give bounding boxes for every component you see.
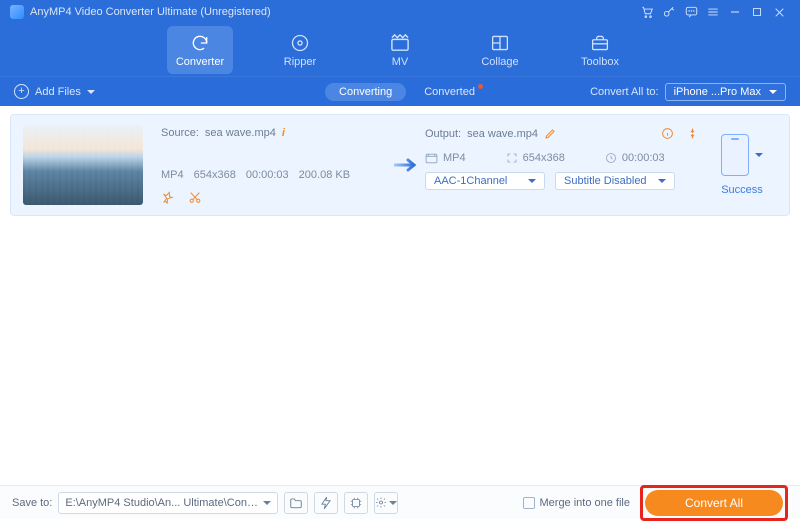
- video-thumbnail[interactable]: [23, 125, 143, 205]
- sub-toolbar: + Add Files Converting Converted Convert…: [0, 76, 800, 106]
- tab-converting[interactable]: Converting: [325, 83, 406, 101]
- arrow-icon: [391, 125, 425, 205]
- convert-all-to-label: Convert All to:: [590, 86, 658, 98]
- nav-converter[interactable]: Converter: [167, 26, 233, 74]
- nav-toolbox-label: Toolbox: [581, 56, 619, 68]
- nav-ripper-label: Ripper: [284, 56, 316, 68]
- chevron-down-icon: [263, 501, 271, 505]
- source-format: MP4: [161, 169, 184, 181]
- notification-dot-icon: [478, 84, 483, 89]
- tab-converted[interactable]: Converted: [424, 86, 475, 98]
- output-filename: sea wave.mp4: [467, 128, 538, 140]
- save-to-dropdown[interactable]: E:\AnyMP4 Studio\An... Ultimate\Converte…: [58, 492, 278, 514]
- hardware-accel-button[interactable]: [314, 492, 338, 514]
- output-info: Output: sea wave.mp4 MP4 654x368 00:00:0…: [425, 125, 699, 205]
- chevron-down-icon: [658, 179, 666, 183]
- compress-icon[interactable]: [686, 127, 699, 140]
- edit-icon[interactable]: [544, 128, 556, 140]
- file-item: Source: sea wave.mp4 i MP4 654x368 00:00…: [10, 114, 790, 216]
- source-resolution: 654x368: [194, 169, 236, 181]
- maximize-icon[interactable]: [746, 1, 768, 23]
- cut-icon[interactable]: [188, 191, 202, 204]
- output-format: MP4: [443, 152, 466, 164]
- app-title: AnyMP4 Video Converter Ultimate (Unregis…: [30, 6, 271, 18]
- audio-track-dropdown[interactable]: AAC-1Channel: [425, 172, 545, 190]
- output-format-dropdown[interactable]: iPhone ...Pro Max: [665, 83, 786, 101]
- nav-ripper[interactable]: Ripper: [267, 26, 333, 74]
- tab-converting-label: Converting: [339, 86, 392, 98]
- convert-all-button[interactable]: Convert All: [645, 490, 783, 516]
- main-nav: Converter Ripper MV Collage Toolbox: [0, 24, 800, 76]
- info-icon[interactable]: i: [282, 127, 285, 139]
- chevron-down-icon: [389, 501, 397, 505]
- save-to-label: Save to:: [12, 497, 52, 509]
- source-info: Source: sea wave.mp4 i MP4 654x368 00:00…: [161, 125, 391, 205]
- output-format-value: iPhone ...Pro Max: [674, 86, 761, 98]
- app-logo-icon: [10, 5, 24, 19]
- nav-converter-label: Converter: [176, 56, 224, 68]
- key-icon[interactable]: [658, 1, 680, 23]
- output-resolution: 654x368: [523, 152, 565, 164]
- nav-collage-label: Collage: [481, 56, 518, 68]
- open-folder-button[interactable]: [284, 492, 308, 514]
- nav-mv[interactable]: MV: [367, 26, 433, 74]
- resolution-icon: [506, 152, 518, 164]
- converter-icon: [189, 33, 211, 53]
- chevron-down-icon: [87, 90, 95, 94]
- source-duration: 00:00:03: [246, 169, 289, 181]
- high-speed-button[interactable]: [344, 492, 368, 514]
- device-preview-icon[interactable]: [721, 134, 749, 176]
- collage-icon: [490, 33, 510, 53]
- output-duration: 00:00:03: [622, 152, 665, 164]
- nav-collage[interactable]: Collage: [467, 26, 533, 74]
- menu-icon[interactable]: [702, 1, 724, 23]
- pin-icon[interactable]: [161, 191, 174, 204]
- source-label: Source:: [161, 127, 199, 139]
- device-preview-column: Success: [707, 125, 777, 205]
- output-label: Output:: [425, 128, 461, 140]
- nav-toolbox[interactable]: Toolbox: [567, 26, 633, 74]
- clock-icon: [605, 152, 617, 164]
- subtitle-dropdown[interactable]: Subtitle Disabled: [555, 172, 675, 190]
- settings-button[interactable]: [374, 492, 398, 514]
- plus-circle-icon: +: [14, 84, 29, 99]
- info-circle-icon[interactable]: [661, 127, 674, 140]
- cart-icon[interactable]: [636, 1, 658, 23]
- nav-mv-label: MV: [392, 56, 409, 68]
- add-files-button[interactable]: + Add Files: [14, 84, 95, 99]
- feedback-icon[interactable]: [680, 1, 702, 23]
- checkbox-icon: [523, 497, 535, 509]
- close-icon[interactable]: [768, 1, 790, 23]
- video-icon: [425, 153, 438, 164]
- merge-checkbox[interactable]: Merge into one file: [523, 497, 631, 509]
- audio-track-value: AAC-1Channel: [434, 175, 507, 187]
- merge-label: Merge into one file: [540, 497, 631, 509]
- chevron-down-icon: [769, 90, 777, 94]
- minimize-icon[interactable]: [724, 1, 746, 23]
- convert-all-label: Convert All: [685, 496, 743, 510]
- chevron-down-icon[interactable]: [755, 153, 763, 157]
- mv-icon: [389, 33, 411, 53]
- title-bar: AnyMP4 Video Converter Ultimate (Unregis…: [0, 0, 800, 24]
- tab-converted-label: Converted: [424, 86, 475, 98]
- toolbox-icon: [590, 33, 610, 53]
- source-size: 200.08 KB: [299, 169, 350, 181]
- add-files-label: Add Files: [35, 86, 81, 98]
- source-filename: sea wave.mp4: [205, 127, 276, 139]
- subtitle-value: Subtitle Disabled: [564, 175, 647, 187]
- save-to-path: E:\AnyMP4 Studio\An... Ultimate\Converte…: [65, 497, 263, 509]
- chevron-down-icon: [528, 179, 536, 183]
- convert-all-highlight: Convert All: [640, 485, 788, 521]
- footer-bar: Save to: E:\AnyMP4 Studio\An... Ultimate…: [0, 485, 800, 519]
- ripper-icon: [290, 33, 310, 53]
- status-label: Success: [721, 184, 763, 196]
- file-list: Source: sea wave.mp4 i MP4 654x368 00:00…: [0, 106, 800, 485]
